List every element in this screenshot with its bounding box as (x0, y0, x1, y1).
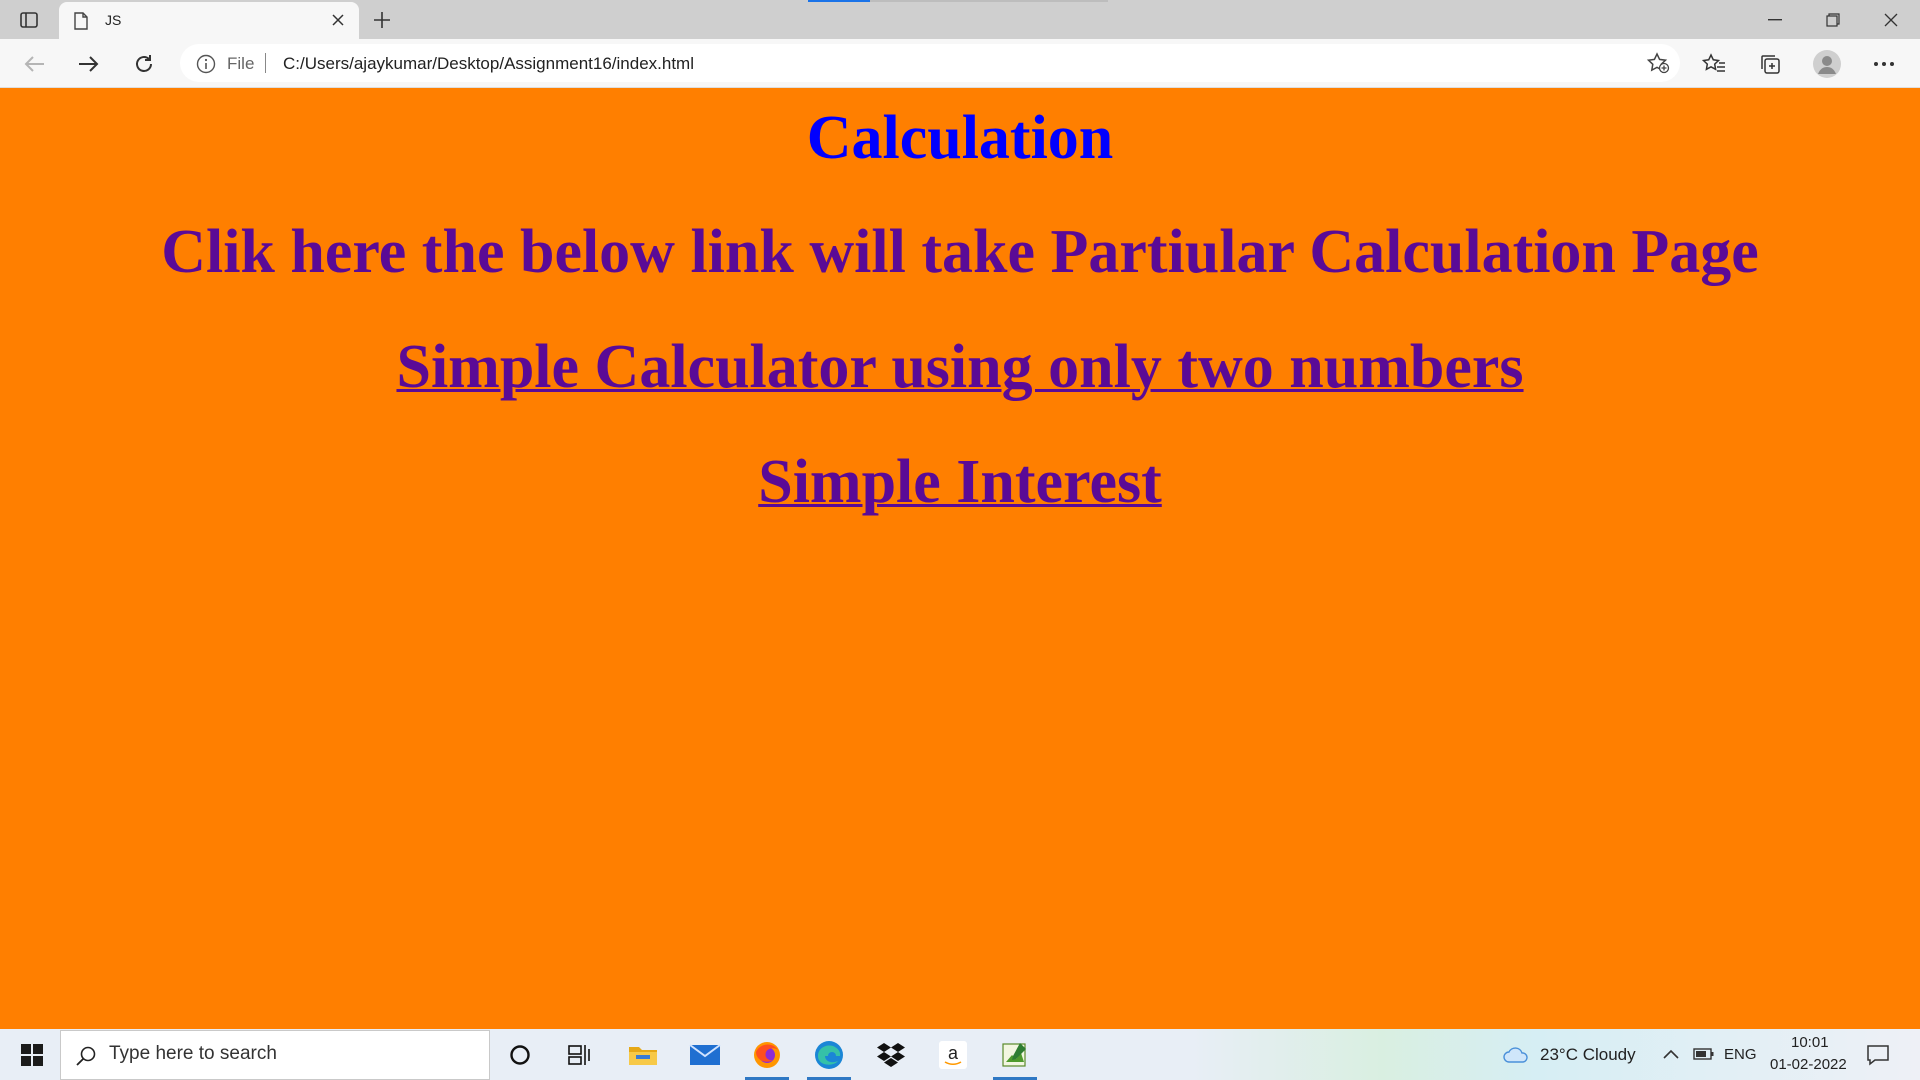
page-icon (73, 12, 89, 35)
firefox-icon[interactable] (739, 1029, 795, 1080)
cortana-icon[interactable] (492, 1029, 548, 1080)
favorites-icon[interactable] (1698, 48, 1730, 80)
tab-strip: JS (0, 0, 1920, 39)
svg-text:a: a (948, 1043, 959, 1063)
tab-title: JS (105, 12, 122, 28)
browser-toolbar: File C:/Users/ajaykumar/Desktop/Assignme… (0, 39, 1920, 88)
page-heading: Calculation (806, 104, 1114, 172)
edge-icon[interactable] (801, 1029, 857, 1080)
page-content: Calculation Clik here the below link wil… (0, 89, 1920, 1029)
info-icon[interactable] (196, 54, 216, 79)
clock-date[interactable]: 01-02-2022 (1770, 1056, 1847, 1073)
file-explorer-icon[interactable] (615, 1029, 671, 1080)
add-favorite-icon[interactable] (1646, 52, 1670, 79)
search-input[interactable] (109, 1043, 469, 1065)
close-window-button[interactable] (1869, 6, 1913, 34)
address-url[interactable]: C:/Users/ajaykumar/Desktop/Assignment16/… (283, 54, 694, 74)
search-icon (75, 1045, 97, 1072)
amazon-icon[interactable]: a (925, 1029, 981, 1080)
windows-start-icon[interactable] (8, 1029, 56, 1080)
weather-icon[interactable] (1502, 1043, 1530, 1070)
back-button[interactable] (18, 48, 50, 80)
language-indicator[interactable]: ENG (1724, 1046, 1757, 1063)
browser-tab[interactable]: JS (59, 2, 359, 39)
more-options-icon[interactable] (1868, 48, 1900, 80)
notepad-icon[interactable] (987, 1029, 1043, 1080)
simple-interest-link[interactable]: Simple Interest (0, 445, 1920, 519)
minimize-button[interactable] (1753, 6, 1797, 34)
restore-button[interactable] (1811, 6, 1855, 34)
address-divider (265, 53, 266, 73)
taskbar: a 23°C Cloudy ENG 10:01 01-02-2022 (0, 1029, 1920, 1080)
new-tab-button[interactable] (368, 6, 396, 34)
tab-actions-icon[interactable] (17, 9, 41, 31)
refresh-button[interactable] (128, 48, 160, 80)
address-scheme: File (227, 54, 255, 73)
address-bar[interactable]: File C:/Users/ajaykumar/Desktop/Assignme… (180, 44, 1680, 82)
battery-icon[interactable] (1693, 1047, 1715, 1066)
show-hidden-icons-icon[interactable] (1662, 1047, 1680, 1065)
simple-calculator-link[interactable]: Simple Calculator using only two numbers (0, 330, 1920, 404)
notifications-icon[interactable] (1866, 1044, 1890, 1071)
profile-avatar[interactable] (1811, 48, 1843, 80)
dropbox-icon[interactable] (863, 1029, 919, 1080)
taskbar-search-box[interactable] (60, 1030, 490, 1080)
close-tab-icon[interactable] (329, 11, 347, 29)
page-subheading: Clik here the below link will take Parti… (161, 218, 1759, 286)
clock-time[interactable]: 10:01 (1791, 1034, 1829, 1051)
mail-icon[interactable] (677, 1029, 733, 1080)
loading-indicator (808, 0, 1108, 2)
collections-icon[interactable] (1754, 48, 1786, 80)
weather-label[interactable]: 23°C Cloudy (1540, 1045, 1636, 1065)
forward-button[interactable] (73, 48, 105, 80)
task-view-icon[interactable] (552, 1029, 608, 1080)
